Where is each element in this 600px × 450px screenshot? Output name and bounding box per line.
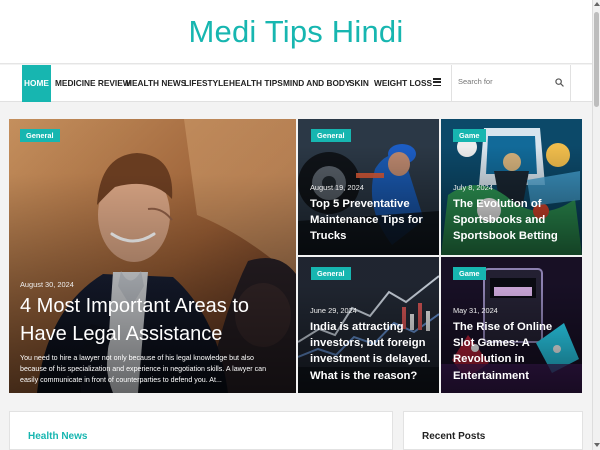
nav-item-medicine-review[interactable]: MEDICINE REVIEW	[55, 65, 131, 102]
featured-post-title[interactable]: The Rise of Online Slot Games: A Revolut…	[453, 319, 574, 384]
site-header: Medi Tips Hindi	[0, 0, 592, 64]
search-input[interactable]	[458, 77, 548, 86]
search-box	[451, 65, 571, 102]
nav-item-home[interactable]: HOME	[22, 65, 51, 102]
category-badge[interactable]: Game	[453, 129, 486, 142]
page: Medi Tips Hindi HOME MEDICINE REVIEW HEA…	[0, 0, 600, 450]
featured-post-investment[interactable]: General June 29, 2024 India is attractin…	[298, 257, 439, 393]
hamburger-menu-icon[interactable]	[433, 78, 442, 87]
scroll-down-arrow-icon[interactable]	[594, 443, 600, 447]
search-icon[interactable]	[555, 78, 564, 87]
featured-post-title[interactable]: The Evolution of Sportsbooks and Sportsb…	[453, 196, 574, 245]
section-title: Recent Posts	[422, 431, 486, 442]
recent-posts-section: Recent Posts	[403, 411, 583, 450]
main-navigation: HOME MEDICINE REVIEW HEALTH NEWS LIFESTY…	[0, 65, 592, 102]
featured-main-title[interactable]: 4 Most Important Areas to Have Legal Ass…	[20, 292, 280, 348]
nav-item-health-tips[interactable]: HEALTH TIPS	[229, 65, 283, 102]
health-news-section: Health News	[9, 411, 393, 450]
nav-item-weight-loss[interactable]: WEIGHT LOSS	[374, 65, 432, 102]
featured-post-sportsbooks[interactable]: Game July 8, 2024 The Evolution of Sport…	[441, 119, 582, 255]
section-title[interactable]: Health News	[28, 431, 87, 442]
site-title[interactable]: Medi Tips Hindi	[0, 14, 592, 50]
category-badge[interactable]: General	[311, 129, 351, 142]
featured-post-title[interactable]: India is attracting investors, but forei…	[310, 319, 435, 384]
category-badge[interactable]: General	[20, 129, 60, 142]
featured-main-excerpt: You need to hire a lawyer not only becau…	[20, 354, 267, 384]
post-date: June 29, 2024	[310, 306, 357, 315]
post-date: May 31, 2024	[453, 306, 498, 315]
nav-item-lifestyle[interactable]: LIFESTYLE	[184, 65, 229, 102]
post-date: July 8, 2024	[453, 183, 493, 192]
featured-post-trucks[interactable]: General August 19, 2024 Top 5 Preventati…	[298, 119, 439, 255]
post-date: August 30, 2024	[20, 280, 74, 289]
featured-post-slot-games[interactable]: Game May 31, 2024 The Rise of Online Slo…	[441, 257, 582, 393]
featured-post-title[interactable]: Top 5 Preventative Maintenance Tips for …	[310, 196, 431, 245]
nav-item-health-news[interactable]: HEALTH NEWS	[126, 65, 186, 102]
category-badge[interactable]: Game	[453, 267, 486, 280]
nav-item-skin[interactable]: SKIN	[349, 65, 369, 102]
scroll-thumb[interactable]	[594, 12, 599, 107]
featured-main-image-overlay	[9, 119, 296, 393]
featured-main-post[interactable]: General August 30, 2024 4 Most Important…	[9, 119, 296, 393]
page-scrollbar[interactable]	[592, 0, 600, 450]
scroll-up-arrow-icon[interactable]	[594, 2, 600, 6]
category-badge[interactable]: General	[311, 267, 351, 280]
post-date: August 19, 2024	[310, 183, 364, 192]
nav-item-mind-and-body[interactable]: MIND AND BODY	[283, 65, 350, 102]
